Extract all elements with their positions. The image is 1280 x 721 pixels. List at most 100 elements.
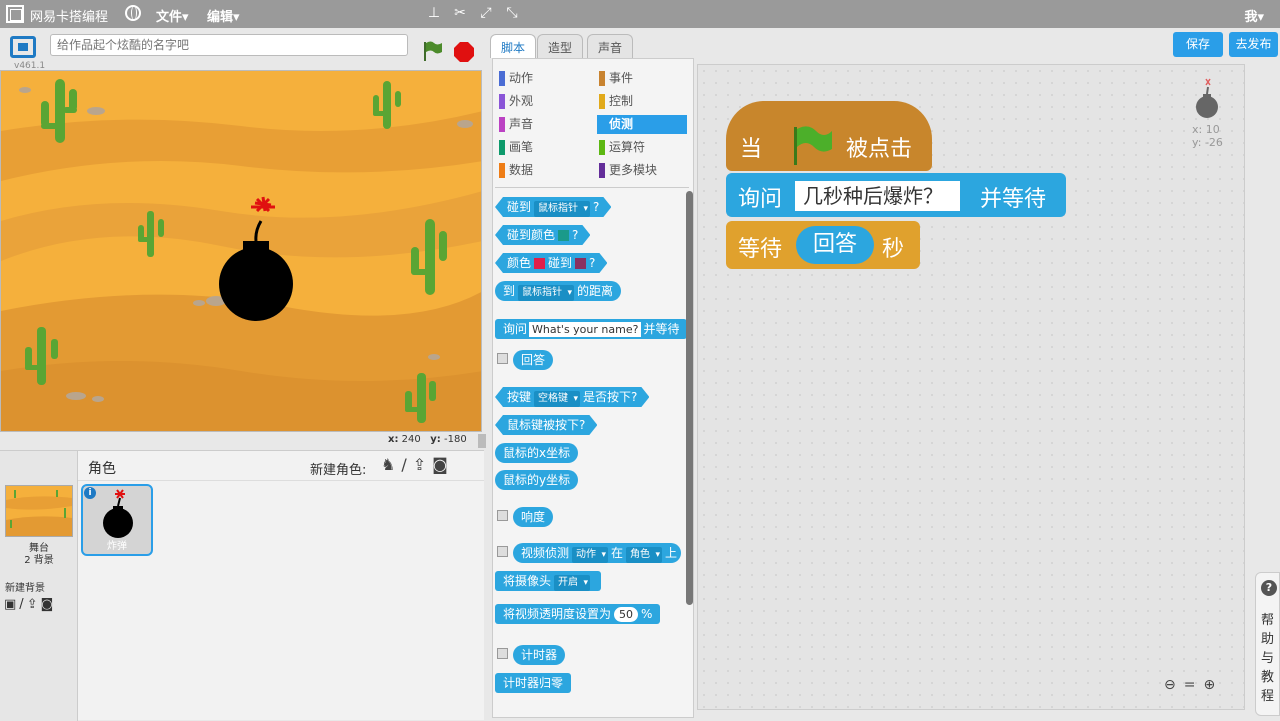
block-color-touching-color[interactable]: 颜色 碰到? xyxy=(495,253,607,273)
file-menu[interactable]: 文件▾ xyxy=(156,6,189,25)
timer-checkbox[interactable] xyxy=(497,648,508,659)
fullscreen-icon[interactable] xyxy=(10,36,36,58)
sprite-name: 炸弹 xyxy=(107,541,127,552)
color-swatch[interactable] xyxy=(534,258,545,269)
delete-tool-icon[interactable]: ✂ xyxy=(452,5,468,21)
language-globe-icon[interactable] xyxy=(125,5,141,21)
transparency-input[interactable]: 50 xyxy=(614,607,639,622)
help-tab[interactable]: ? 帮助与教程 xyxy=(1255,572,1280,716)
block-turn-camera[interactable]: 将摄像头 开启 xyxy=(495,571,602,591)
motion-dropdown[interactable]: 动作 xyxy=(572,547,609,563)
save-button[interactable]: 保存 xyxy=(1173,32,1223,57)
answer-checkbox[interactable] xyxy=(497,353,508,364)
ask-question-input[interactable]: 几秒种后爆炸？ xyxy=(795,181,960,211)
sprite-dropdown[interactable]: 角色 xyxy=(626,547,663,563)
stage-coordinates: x: 240 y: -180 xyxy=(388,434,467,445)
ask-text-input[interactable]: What's your name? xyxy=(529,322,642,337)
block-ask-and-wait[interactable]: 询问 What's your name? 并等待 xyxy=(495,319,688,339)
new-sprite-tools: ♞/⇪◙ xyxy=(381,455,454,474)
stop-icon[interactable] xyxy=(454,42,474,62)
new-backdrop-label: 新建背景 xyxy=(5,583,45,594)
green-flag-icon[interactable] xyxy=(421,40,443,62)
wait-seconds-block[interactable]: 等待 回答 秒 xyxy=(726,221,920,269)
category-motion[interactable]: 动作 xyxy=(497,69,587,88)
desert-backdrop xyxy=(1,71,481,431)
category-control[interactable]: 控制 xyxy=(597,92,687,111)
sprite-pane: 舞台 2 背景 新建背景 ▣/⇪◙ 角色 新建角色: ♞/⇪◙ i 炸弹 xyxy=(0,450,484,721)
block-set-transparency[interactable]: 将视频透明度设置为 50% xyxy=(495,604,661,624)
sprite-position: x: 10 y: -26 xyxy=(1192,123,1223,149)
block-touching-color[interactable]: 碰到颜色? xyxy=(495,225,590,245)
zoom-controls: ⊖=⊕ xyxy=(1164,677,1223,693)
sprites-title: 角色 xyxy=(88,461,116,477)
block-video-detect[interactable]: 视频侦测动作在角色上 xyxy=(513,543,682,563)
current-sprite-preview xyxy=(1196,78,1218,118)
mouse-x-value: 240 xyxy=(401,434,421,445)
upload-sprite-icon[interactable]: ⇪ xyxy=(413,455,432,474)
block-mouse-x[interactable]: 鼠标的x坐标 xyxy=(495,443,579,463)
when-flag-clicked-block[interactable]: 当 被点击 xyxy=(726,101,932,171)
category-pen[interactable]: 画笔 xyxy=(497,138,587,157)
sprite-library-icon[interactable]: ♞ xyxy=(381,455,401,474)
category-sound[interactable]: 声音 xyxy=(497,115,587,134)
zoom-out-icon[interactable]: ⊖ xyxy=(1164,677,1184,693)
answer-reporter[interactable]: 回答 xyxy=(796,226,874,264)
video-detect-checkbox[interactable] xyxy=(497,546,508,557)
stage-canvas[interactable] xyxy=(0,70,482,432)
zoom-reset-icon[interactable]: = xyxy=(1184,677,1204,693)
paint-sprite-icon[interactable]: / xyxy=(401,455,412,474)
loudness-checkbox[interactable] xyxy=(497,510,508,521)
mouse-y-value: -180 xyxy=(444,434,467,445)
stage-thumbnail[interactable] xyxy=(5,485,73,537)
block-loudness[interactable]: 响度 xyxy=(513,507,554,527)
camera-on-dropdown[interactable]: 开启 xyxy=(554,575,591,591)
brand-name: 网易卡搭编程 xyxy=(30,10,109,25)
user-menu[interactable]: 我▾ xyxy=(1244,6,1264,25)
editor-area: 脚本 造型 声音 动作 外观 声音 画笔 数据 事件 控制 侦测 运算符 更多模… xyxy=(486,28,1280,720)
color-swatch[interactable] xyxy=(575,258,586,269)
block-mouse-down[interactable]: 鼠标键被按下? xyxy=(495,415,597,435)
camera-sprite-icon[interactable]: ◙ xyxy=(432,455,454,474)
backdrop-tools: ▣/⇪◙ xyxy=(4,597,56,612)
block-distance-to[interactable]: 到鼠标指针的距离 xyxy=(495,281,622,301)
block-key-pressed[interactable]: 按键空格键是否按下? xyxy=(495,387,649,407)
backdrop-library-icon[interactable]: ▣ xyxy=(4,597,19,612)
palette-scrollbar[interactable] xyxy=(686,191,693,605)
mouse-pointer-dropdown[interactable]: 鼠标指针 xyxy=(518,285,575,301)
paint-backdrop-icon[interactable]: / xyxy=(19,597,26,612)
color-swatch[interactable] xyxy=(558,230,569,241)
space-key-dropdown[interactable]: 空格键 xyxy=(534,391,580,407)
tab-scripts[interactable]: 脚本 xyxy=(490,34,537,58)
mouse-pointer-dropdown[interactable]: 鼠标指针 xyxy=(534,201,590,217)
category-data[interactable]: 数据 xyxy=(497,161,587,180)
sprite-header: 角色 新建角色: ♞/⇪◙ xyxy=(78,451,484,481)
category-events[interactable]: 事件 xyxy=(597,69,687,88)
scripts-area[interactable]: 当 被点击 询问 几秒种后爆炸？ 并等待 等待 回答 秒 x: 10 y: -2… xyxy=(697,64,1245,710)
shrink-tool-icon[interactable]: ⤡ xyxy=(504,5,520,21)
logo-icon[interactable] xyxy=(6,5,24,23)
tab-costumes[interactable]: 造型 xyxy=(537,34,584,58)
block-reset-timer[interactable]: 计时器归零 xyxy=(495,673,572,693)
category-looks[interactable]: 外观 xyxy=(497,92,587,111)
block-answer[interactable]: 回答 xyxy=(513,350,554,370)
project-title-input[interactable] xyxy=(50,34,408,56)
edit-menu[interactable]: 编辑▾ xyxy=(207,6,240,25)
category-sensing[interactable]: 侦测 xyxy=(597,115,687,134)
stage-column: 舞台 2 背景 新建背景 ▣/⇪◙ xyxy=(0,451,78,721)
category-more-blocks[interactable]: 更多模块 xyxy=(597,161,687,180)
duplicate-tool-icon[interactable]: ⊥ xyxy=(426,5,442,21)
block-timer[interactable]: 计时器 xyxy=(513,645,566,665)
ask-and-wait-block[interactable]: 询问 几秒种后爆炸？ 并等待 xyxy=(726,173,1066,217)
tab-sounds[interactable]: 声音 xyxy=(587,34,634,58)
publish-button[interactable]: 去发布 xyxy=(1229,32,1278,57)
block-mouse-y[interactable]: 鼠标的y坐标 xyxy=(495,470,579,490)
block-touching[interactable]: 碰到鼠标指针? xyxy=(495,197,611,217)
category-operators[interactable]: 运算符 xyxy=(597,138,687,157)
camera-backdrop-icon[interactable]: ◙ xyxy=(41,597,57,612)
zoom-in-icon[interactable]: ⊕ xyxy=(1203,677,1223,693)
upload-backdrop-icon[interactable]: ⇪ xyxy=(27,597,41,612)
green-flag-icon xyxy=(794,126,832,165)
help-icon: ? xyxy=(1261,580,1277,596)
grow-tool-icon[interactable]: ⤢ xyxy=(478,5,494,21)
sprite-thumbnail-bomb[interactable]: i 炸弹 xyxy=(81,484,153,556)
